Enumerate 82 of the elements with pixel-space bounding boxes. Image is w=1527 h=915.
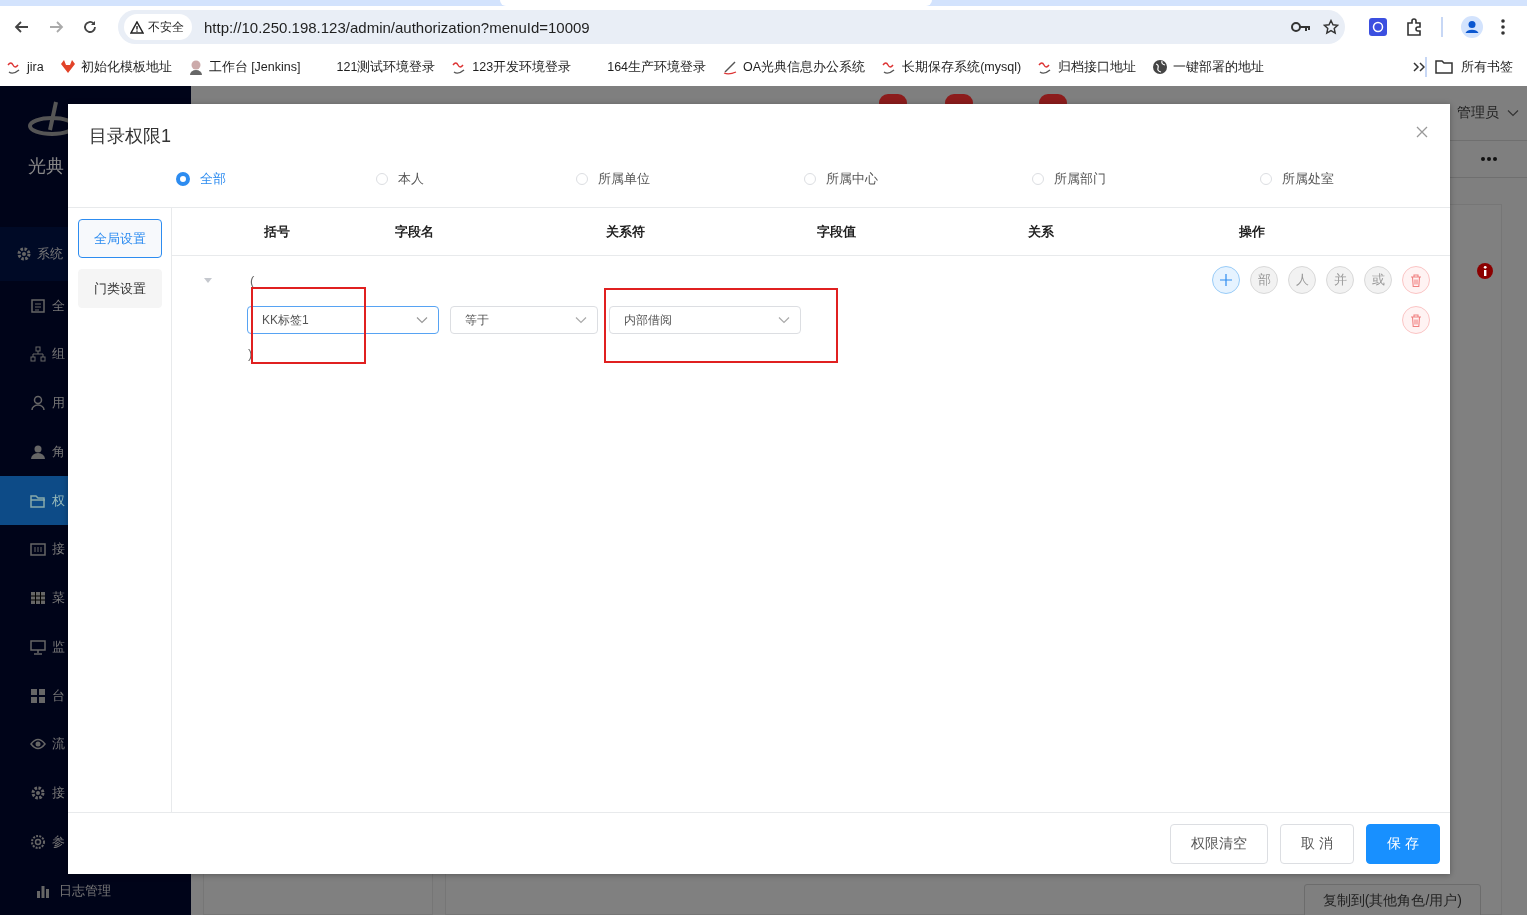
reload-icon[interactable] [82, 19, 98, 35]
delete-button[interactable] [1402, 306, 1430, 334]
all-bookmarks-button[interactable]: 所有书签 [1427, 58, 1521, 76]
radio-label: 所属中心 [826, 170, 878, 188]
avatar-icon[interactable] [1461, 16, 1483, 38]
radio-label: 所属处室 [1282, 170, 1334, 188]
info-icon [1477, 263, 1493, 279]
apps-icon [30, 687, 46, 704]
squiggle-icon [6, 59, 22, 75]
panel-icon [30, 541, 46, 558]
back-icon[interactable] [14, 19, 30, 35]
bookmark[interactable]: 121测试环境登录 [336, 58, 436, 76]
gear-icon [16, 246, 32, 263]
star-icon[interactable] [1323, 19, 1339, 35]
hierarchy-icon [30, 346, 46, 363]
close-icon[interactable] [1416, 126, 1428, 138]
double-chevron-icon[interactable] [1413, 62, 1425, 72]
bookmark[interactable]: 一键部署的地址 [1152, 58, 1265, 76]
table-icon [30, 590, 46, 607]
key-icon[interactable] [1291, 21, 1311, 33]
toolbar-divider [1425, 57, 1427, 77]
puzzle-icon[interactable] [1405, 18, 1423, 36]
url-text[interactable]: http://10.250.198.123/admin/authorization?menuId=10009 [204, 18, 1279, 36]
dialog-button[interactable]: 取 消 [1280, 823, 1355, 864]
dialog-button[interactable]: 权限清空 [1170, 823, 1269, 864]
wand-icon [722, 59, 739, 75]
dialog-title: 目录权限1 [89, 125, 171, 148]
add-button[interactable] [1212, 266, 1240, 294]
forward-icon[interactable] [48, 19, 64, 35]
section-tab[interactable]: 门类设置 [78, 269, 162, 308]
toolbar-divider [1441, 17, 1443, 37]
chevron-down-icon [778, 316, 790, 324]
chevron-down-icon [416, 316, 428, 324]
more-icon[interactable] [1481, 157, 1497, 161]
delete-button[interactable] [1402, 266, 1430, 294]
close-bracket: ) [248, 346, 253, 361]
chevron-down-icon [1507, 109, 1519, 117]
trash-icon [1410, 313, 1422, 327]
user-icon [30, 443, 46, 460]
document-icon [30, 297, 46, 314]
bookmark[interactable]: 归档接口地址 [1037, 58, 1137, 76]
logo-text: 光典 [28, 155, 65, 178]
column-header: 字段名 [395, 222, 435, 241]
folder-icon [1435, 60, 1453, 74]
gear-icon [30, 785, 46, 802]
column-header: 括号 [264, 222, 291, 241]
fox-icon [59, 59, 76, 75]
bookmark[interactable]: 164生产环境登录 [607, 58, 707, 76]
bookmark[interactable]: 工作台 [Jenkins] [187, 58, 301, 76]
globe-icon [1152, 59, 1169, 75]
radio-label: 所属部门 [1054, 170, 1106, 188]
user-name[interactable]: 管理员 [1457, 104, 1499, 122]
column-header: 关系符 [606, 222, 646, 241]
monitor-icon [30, 638, 46, 655]
security-label: 不安全 [148, 18, 184, 36]
bookmark[interactable]: jira [6, 59, 44, 75]
column-header: 字段值 [817, 222, 857, 241]
select-field[interactable]: 内部借阅 [609, 306, 801, 334]
user-icon [30, 395, 46, 412]
bookmark[interactable]: 长期保存系统(mysql) [881, 58, 1022, 76]
folder-icon [30, 492, 46, 509]
radio-label: 本人 [398, 170, 424, 188]
plus-icon [1220, 274, 1232, 286]
warning-icon [130, 20, 144, 34]
radio-label: 所属单位 [598, 170, 650, 188]
column-header: 关系 [1028, 222, 1055, 241]
security-indicator[interactable]: 不安全 [124, 14, 192, 40]
bookmark[interactable]: 初始化模板地址 [59, 58, 172, 76]
bookmark[interactable]: 123开发环境登录 [451, 58, 572, 76]
trash-icon [1410, 273, 1422, 287]
menu-icon[interactable] [1501, 19, 1505, 35]
person-icon [187, 59, 204, 75]
radio-label: 全部 [200, 170, 226, 188]
copy-to-button[interactable]: 复制到(其他角色/用户) [1303, 884, 1481, 915]
select-field[interactable]: 等于 [450, 306, 598, 334]
extension-icon[interactable] [1369, 18, 1387, 36]
select-field[interactable]: KK标签1 [247, 306, 439, 334]
settings-icon [30, 833, 46, 850]
bookmark[interactable]: OA光典信息办公系统 [722, 58, 866, 76]
column-header: 操作 [1239, 222, 1266, 241]
chevron-down-icon [575, 316, 587, 324]
radio-circle[interactable] [176, 172, 190, 186]
